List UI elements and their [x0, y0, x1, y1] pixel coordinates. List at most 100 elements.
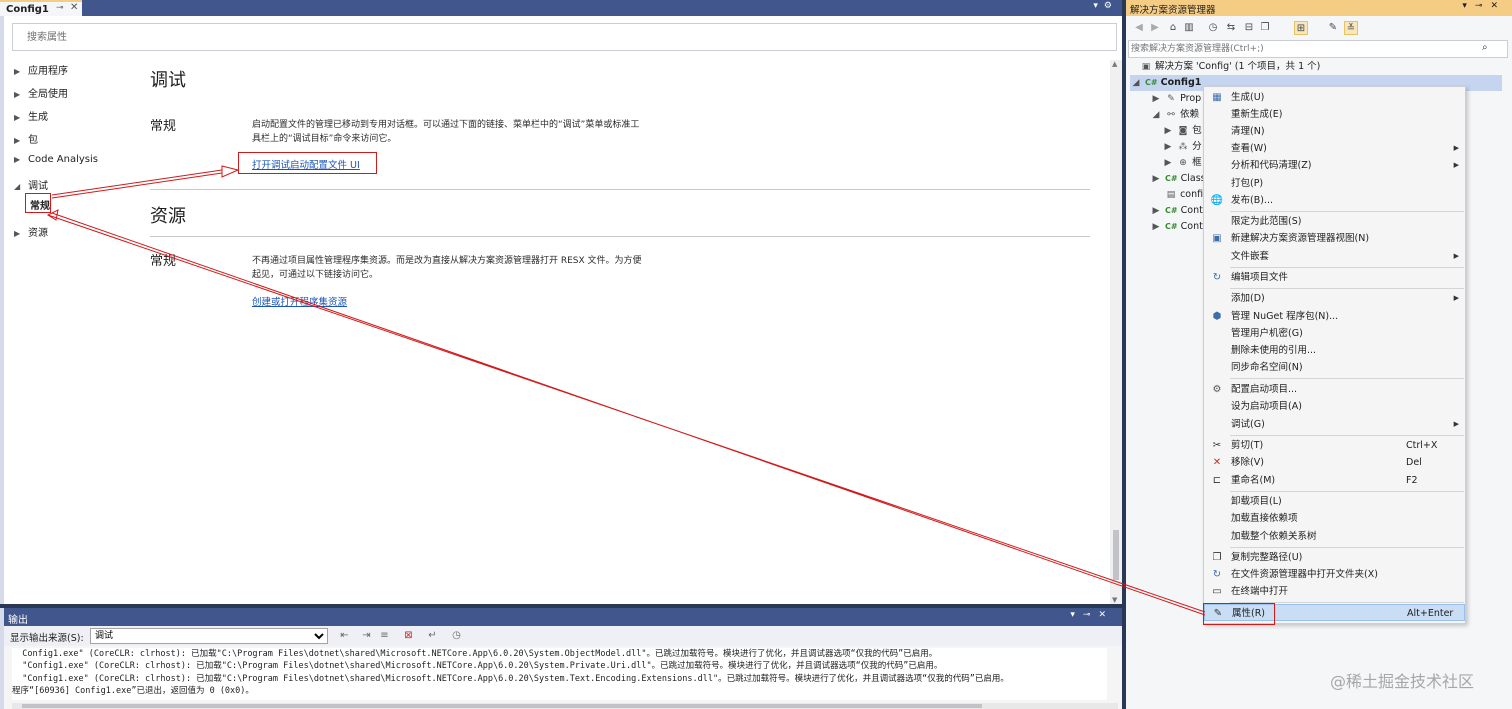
tab-overflow-icons[interactable]: ▾⚙ [1093, 1, 1118, 11]
next-message-icon[interactable]: ⇥ [360, 629, 373, 642]
collapse-all-icon[interactable]: ⊟ [1242, 21, 1256, 35]
framework-icon: ⊕ [1179, 158, 1187, 168]
tree-item-debug[interactable]: ◢ 调试 [14, 177, 48, 192]
tree-row-properties[interactable]: ▶ ✎ Prop [1150, 91, 1202, 107]
home-icon[interactable]: ⌂ [1166, 21, 1180, 35]
scroll-up-icon[interactable]: ▲ [1112, 60, 1117, 68]
find-message-icon[interactable]: ≡ [378, 629, 391, 642]
globe-icon: 🌐 [1210, 195, 1224, 206]
scissors-icon: ✂ [1212, 440, 1222, 451]
prev-message-icon[interactable]: ⇤ [338, 629, 351, 642]
filter-icon[interactable]: ≚ [1344, 21, 1358, 35]
close-icon[interactable]: ✕ [70, 2, 78, 13]
switch-views-icon[interactable]: ▥ [1182, 21, 1196, 35]
tree-item-application[interactable]: ▶ 应用程序 [14, 62, 68, 77]
output-source-select[interactable]: 调试 [90, 628, 328, 644]
menu-item-open-in-explorer[interactable]: ↻ 在文件资源管理器中打开文件夹(X) [1204, 566, 1465, 583]
tree-row-config-file[interactable]: ▤ confi [1150, 187, 1203, 203]
watermark-text: @稀土掘金技术社区 [1330, 672, 1475, 691]
menu-item-sync-namespaces[interactable]: 同步命名空间(N) [1204, 359, 1465, 376]
show-all-files-icon[interactable]: ❐ [1258, 21, 1272, 35]
tree-item-build[interactable]: ▶ 生成 [14, 108, 48, 123]
chevron-right-icon: ▶ [14, 155, 21, 164]
menu-item-cut[interactable]: ✂ 剪切(T) Ctrl+X [1204, 437, 1465, 454]
scrollbar-thumb[interactable] [22, 704, 982, 708]
menu-item-analyze[interactable]: 分析和代码清理(Z) ▶ [1204, 157, 1465, 174]
menu-item-manage-user-secrets[interactable]: 管理用户机密(G) [1204, 325, 1465, 342]
menu-item-build[interactable]: ▦ 生成(U) [1204, 89, 1465, 106]
output-toolbar: 显示输出来源(S): 调试 ⇤ ⇥ ≡ ⊠ ↵ ◷ [4, 626, 1122, 646]
menu-item-manage-nuget[interactable]: ⬢ 管理 NuGet 程序包(N)... [1204, 308, 1465, 325]
sync-icon[interactable]: ⇆ [1224, 21, 1238, 35]
clear-all-icon[interactable]: ⊠ [402, 629, 415, 642]
menu-item-scope-to-this[interactable]: 限定为此范围(S) [1204, 213, 1465, 230]
chevron-down-icon: ◢ [1152, 110, 1160, 120]
solution-icon: ▣ [1141, 62, 1151, 72]
menu-item-set-startup[interactable]: 设为启动项目(A) [1204, 398, 1465, 415]
word-wrap-icon[interactable]: ↵ [426, 629, 439, 642]
tab-title: Config1 [6, 3, 49, 15]
menu-item-new-explorer-view[interactable]: ▣ 新建解决方案资源管理器视图(N) [1204, 230, 1465, 247]
menu-item-pack[interactable]: 打包(P) [1204, 175, 1465, 192]
search-properties-input[interactable] [12, 23, 1117, 51]
menu-item-load-direct-deps[interactable]: 加载直接依赖项 [1204, 510, 1465, 527]
tree-row-cs-file[interactable]: ▶ C# Cont [1150, 219, 1203, 235]
panel-window-controls-icon[interactable]: ▾⊸✕ [1462, 1, 1506, 11]
chevron-right-icon: ▶ [1152, 94, 1160, 104]
section-divider [150, 236, 1090, 237]
tab-config1[interactable]: Config1 ⊸ ✕ [0, 0, 82, 16]
gear-icon: ⚙ [1212, 384, 1222, 395]
back-icon[interactable]: ◀ [1132, 21, 1146, 35]
menu-item-publish[interactable]: 🌐 发布(B)... [1204, 192, 1465, 209]
annotation-box-debug-general [25, 193, 51, 213]
chevron-right-icon: ▶ [14, 113, 21, 122]
solution-search-input[interactable] [1128, 40, 1508, 58]
menu-item-unload-project[interactable]: 卸载项目(L) [1204, 493, 1465, 510]
preview-selected-icon[interactable]: ⊞ [1294, 21, 1308, 35]
tree-row-class-file[interactable]: ▶ C# Class [1150, 171, 1206, 187]
menu-item-debug[interactable]: 调试(G) ▶ [1204, 416, 1465, 433]
create-open-assembly-resources-link[interactable]: 创建或打开程序集资源 [252, 294, 347, 308]
menu-item-view[interactable]: 查看(W) ▶ [1204, 140, 1465, 157]
tree-item-code-analysis[interactable]: ▶ Code Analysis [14, 154, 98, 165]
menu-item-load-dep-tree[interactable]: 加载整个依赖关系树 [1204, 528, 1465, 545]
forward-icon[interactable]: ▶ [1148, 21, 1162, 35]
menu-item-copy-full-path[interactable]: ❐ 复制完整路径(U) [1204, 549, 1465, 566]
panel-window-controls-icon[interactable]: ▾⊸✕ [1070, 610, 1114, 620]
menu-item-clean[interactable]: 清理(N) [1204, 123, 1465, 140]
vertical-scrollbar[interactable]: ▲ ▼ [1110, 60, 1122, 604]
menu-item-configure-startup[interactable]: ⚙ 配置启动项目... [1204, 381, 1465, 398]
search-icon[interactable]: ⌕ [1482, 42, 1488, 53]
tree-row-frameworks[interactable]: ▶ ⊕ 框 [1162, 155, 1202, 171]
menu-item-file-nesting[interactable]: 文件嵌套 ▶ [1204, 248, 1465, 265]
menu-item-rebuild[interactable]: 重新生成(E) [1204, 106, 1465, 123]
scrollbar-thumb[interactable] [1113, 530, 1119, 580]
menu-separator [1230, 435, 1464, 436]
pending-changes-icon[interactable]: ◷ [1206, 21, 1220, 35]
menu-separator [1230, 211, 1464, 212]
tree-item-resources[interactable]: ▶ 资源 [14, 224, 48, 239]
tree-row-cs-file[interactable]: ▶ C# Cont [1150, 203, 1203, 219]
horizontal-scrollbar[interactable] [12, 703, 1118, 709]
scroll-down-icon[interactable]: ▼ [1112, 596, 1117, 604]
pin-icon[interactable]: ⊸ [56, 3, 64, 13]
menu-item-rename[interactable]: ⊏ 重命名(M) F2 [1204, 472, 1465, 489]
submenu-arrow-icon: ▶ [1453, 161, 1459, 169]
output-text-area[interactable]: Config1.exe" (CoreCLR: clrhost): 已加载"C:\… [12, 648, 1107, 700]
menu-item-open-in-terminal[interactable]: ▭ 在终端中打开 [1204, 583, 1465, 600]
chevron-down-icon: ◢ [14, 182, 21, 191]
tree-row-analyzers[interactable]: ▶ ⁂ 分 [1162, 139, 1202, 155]
clock-icon[interactable]: ◷ [450, 629, 463, 642]
tree-row-solution[interactable]: ▣ 解决方案 'Config' (1 个项目，共 1 个) [1140, 59, 1321, 75]
tree-item-package[interactable]: ▶ 包 [14, 131, 38, 146]
properties-wrench-icon[interactable]: ✎ [1326, 21, 1340, 35]
tree-row-dependencies[interactable]: ◢ ⚯ 依赖 [1150, 107, 1200, 123]
tree-row-packages[interactable]: ▶ ◙ 包 [1162, 123, 1202, 139]
menu-item-edit-project-file[interactable]: ↻ 编辑项目文件 [1204, 269, 1465, 286]
menu-item-add[interactable]: 添加(D) ▶ [1204, 290, 1465, 307]
menu-item-remove[interactable]: ✕ 移除(V) Del [1204, 454, 1465, 471]
menu-item-remove-unused-references[interactable]: 删除未使用的引用... [1204, 342, 1465, 359]
chevron-right-icon: ▶ [1164, 126, 1172, 136]
build-icon: ▦ [1212, 92, 1222, 103]
tree-item-global-usings[interactable]: ▶ 全局使用 [14, 85, 68, 100]
